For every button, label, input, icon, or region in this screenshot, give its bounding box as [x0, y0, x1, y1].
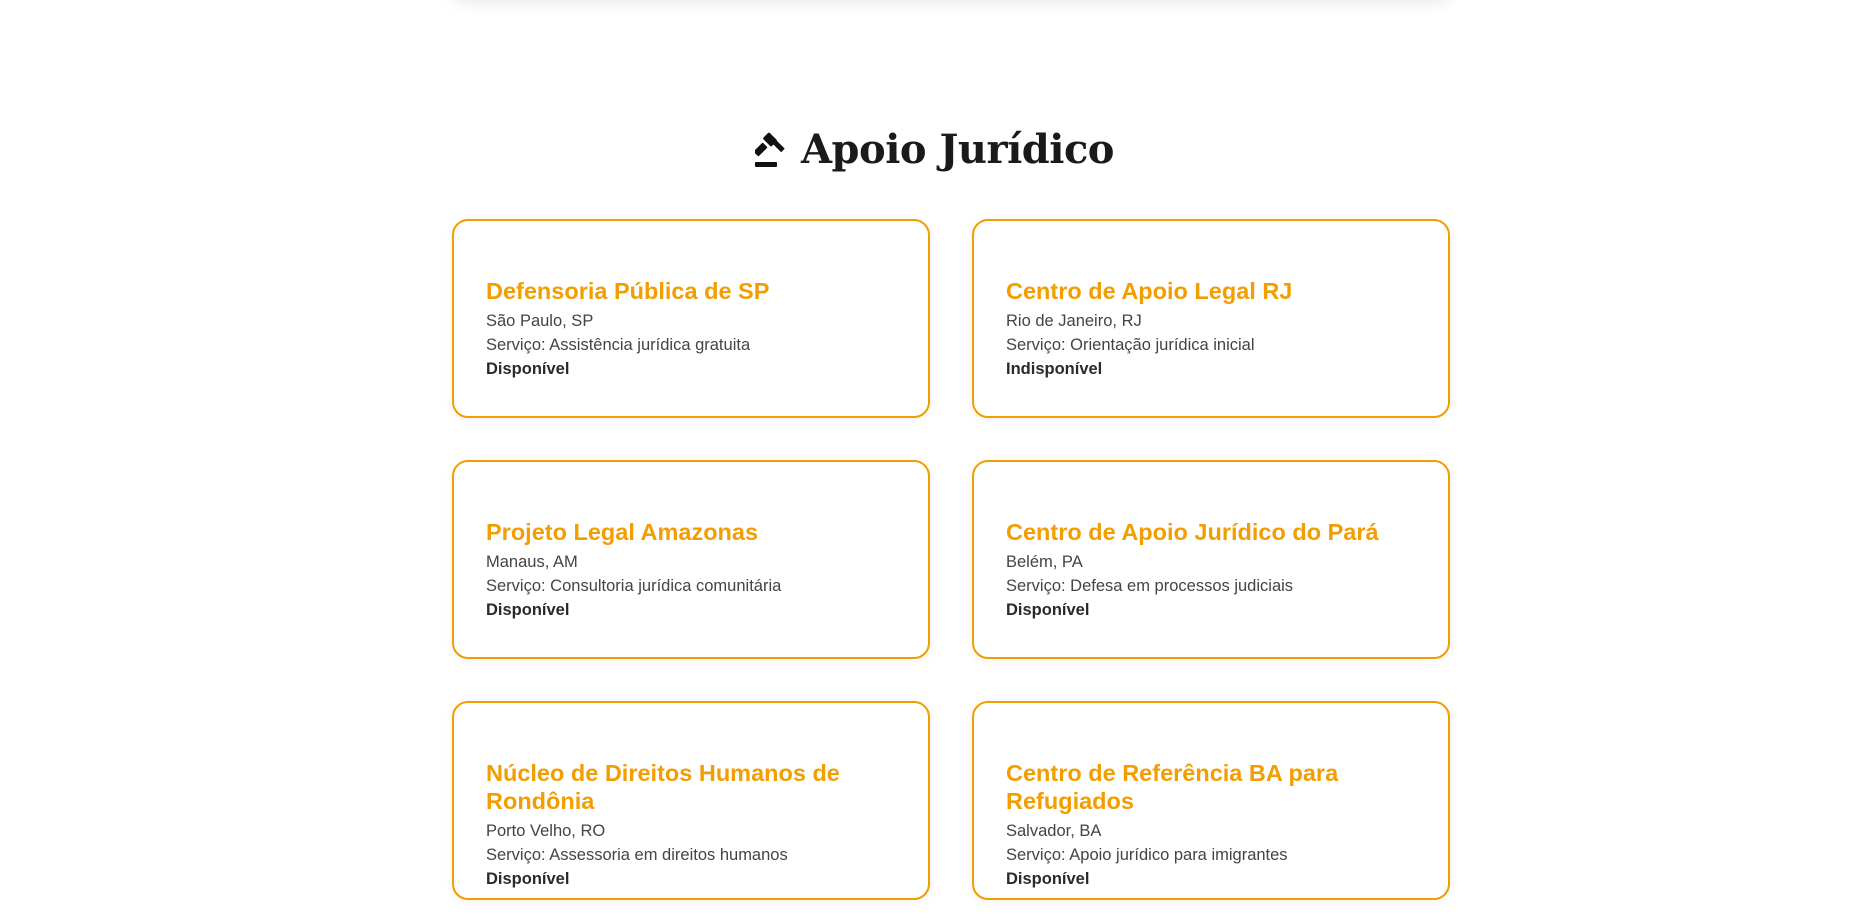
- card-status: Disponível: [486, 870, 570, 888]
- card-status: Indisponível: [1006, 360, 1103, 378]
- card-title: Centro de Referência BA para Refugiados: [1006, 760, 1339, 814]
- page: Apoio Jurídico Defensoria Pública de SP …: [0, 0, 1869, 919]
- card-status: Disponível: [486, 360, 570, 378]
- card-service: Serviço: Assessoria em direitos humanos: [486, 846, 788, 864]
- legal-support-card[interactable]: Projeto Legal Amazonas Manaus, AM Serviç…: [452, 460, 930, 659]
- card-status: Disponível: [1006, 870, 1090, 888]
- card-service: Serviço: Consultoria jurídica comunitári…: [486, 577, 782, 595]
- card-title: Centro de Apoio Legal RJ: [1006, 278, 1293, 304]
- legal-support-card[interactable]: Defensoria Pública de SP São Paulo, SP S…: [452, 219, 930, 418]
- legal-support-card[interactable]: Centro de Referência BA para Refugiados …: [972, 701, 1450, 900]
- card-location: Porto Velho, RO: [486, 822, 606, 840]
- card-location: São Paulo, SP: [486, 312, 594, 330]
- legal-support-list: Defensoria Pública de SP São Paulo, SP S…: [452, 219, 1450, 900]
- card-title: Defensoria Pública de SP: [486, 278, 770, 304]
- card-location: Belém, PA: [1006, 553, 1083, 571]
- card-service: Serviço: Apoio jurídico para imigrantes: [1006, 846, 1288, 864]
- card-location: Manaus, AM: [486, 553, 578, 571]
- gavel-icon: [753, 131, 789, 169]
- card-title: Projeto Legal Amazonas: [486, 519, 759, 545]
- card-status: Disponível: [486, 601, 570, 619]
- section-header: Apoio Jurídico: [0, 126, 1869, 173]
- card-location: Salvador, BA: [1006, 822, 1102, 840]
- card-status: Disponível: [1006, 601, 1090, 619]
- card-title: Centro de Apoio Jurídico do Pará: [1006, 519, 1379, 545]
- card-title: Núcleo de Direitos Humanos de Rondônia: [486, 760, 840, 814]
- card-service: Serviço: Defesa em processos judiciais: [1006, 577, 1294, 595]
- legal-support-card[interactable]: Núcleo de Direitos Humanos de Rondônia P…: [452, 701, 930, 900]
- card-service: Serviço: Orientação jurídica inicial: [1006, 336, 1255, 354]
- legal-support-card[interactable]: Centro de Apoio Jurídico do Pará Belém, …: [972, 460, 1450, 659]
- legal-support-card[interactable]: Centro de Apoio Legal RJ Rio de Janeiro,…: [972, 219, 1450, 418]
- card-location: Rio de Janeiro, RJ: [1006, 312, 1142, 330]
- card-service: Serviço: Assistência jurídica gratuita: [486, 336, 751, 354]
- section-title: Apoio Jurídico: [801, 126, 1114, 173]
